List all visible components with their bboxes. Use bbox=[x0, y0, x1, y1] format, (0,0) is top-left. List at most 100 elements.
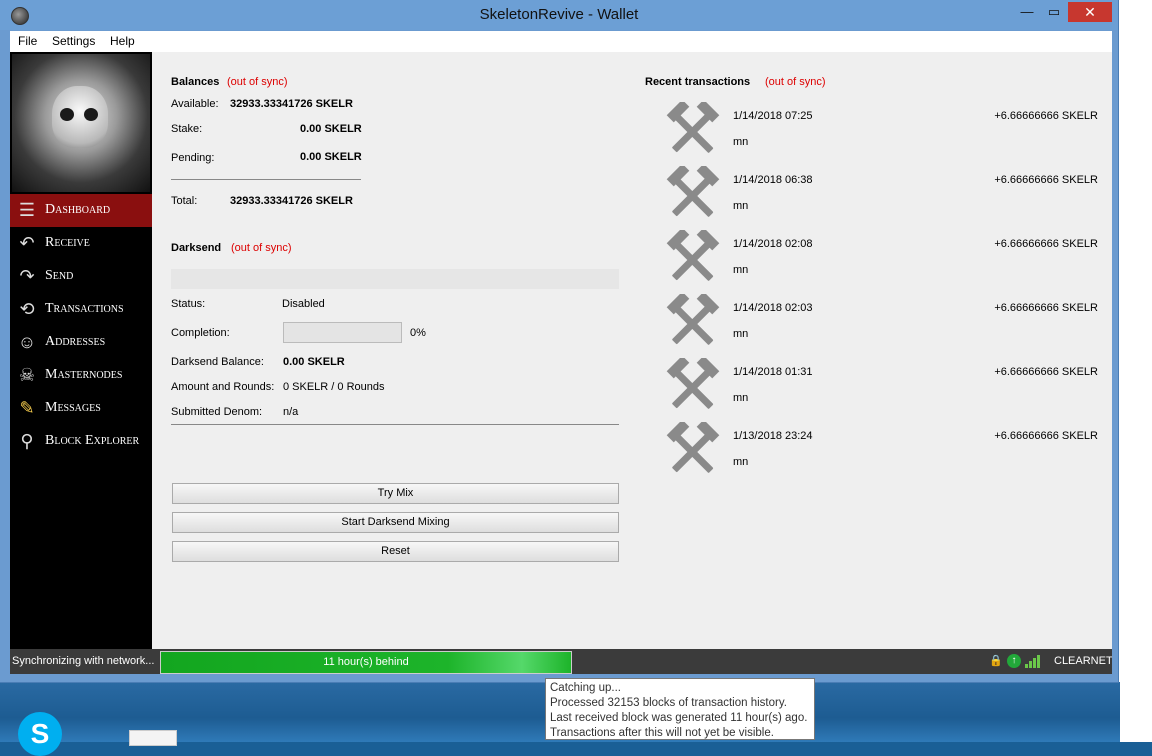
tooltip-line: Transactions after this will not yet be … bbox=[550, 727, 774, 739]
balances-heading: Balances bbox=[171, 76, 220, 88]
menu-file[interactable]: File bbox=[18, 34, 37, 48]
rounds-label: Amount and Rounds: bbox=[171, 381, 275, 393]
sidebar-item-receive[interactable]: ↶ Receive bbox=[10, 227, 152, 260]
transaction-row[interactable]: 1/14/2018 07:25 +6.66666666 SKELR mn bbox=[648, 99, 1098, 166]
window-title: SkeletonRevive - Wallet bbox=[479, 6, 639, 23]
stack-icon: ☰ bbox=[18, 200, 36, 220]
transaction-amount: +6.66666666 SKELR bbox=[994, 430, 1098, 442]
stake-value: 0.00 SKELR bbox=[300, 123, 362, 135]
desktop-file-icon[interactable] bbox=[129, 730, 177, 746]
sidebar-item-label: Addresses bbox=[45, 334, 106, 349]
completion-value: 0% bbox=[410, 327, 426, 339]
balances-sync-note[interactable]: (out of sync) bbox=[227, 76, 288, 88]
sidebar-item-masternodes[interactable]: ☠ Masternodes bbox=[10, 359, 152, 392]
client-area: File Settings Help ☰ Dashboard ↶ Receive… bbox=[10, 31, 1112, 674]
transaction-date: 1/14/2018 07:25 bbox=[733, 110, 813, 122]
cycle-icon: ⟲ bbox=[19, 299, 35, 319]
skull-eye-right bbox=[84, 108, 98, 121]
darksend-heading: Darksend bbox=[171, 242, 222, 254]
sidebar-item-label: Messages bbox=[45, 400, 101, 415]
recent-sync-note[interactable]: (out of sync) bbox=[765, 76, 826, 88]
balances-divider bbox=[171, 179, 361, 180]
transaction-label: mn bbox=[733, 328, 749, 340]
sidebar-item-block-explorer[interactable]: ⚲ Block Explorer bbox=[10, 425, 152, 458]
darksend-balance-label: Darksend Balance: bbox=[171, 356, 264, 368]
wallet-window: SkeletonRevive - Wallet — ▭ ✕ File Setti… bbox=[0, 0, 1118, 682]
sync-progress-label: 11 hour(s) behind bbox=[323, 656, 409, 668]
transaction-amount: +6.66666666 SKELR bbox=[994, 174, 1098, 186]
completion-progress-bar bbox=[283, 322, 402, 343]
skull-eye-left bbox=[60, 108, 74, 121]
transaction-date: 1/14/2018 06:38 bbox=[733, 174, 813, 186]
denom-value: n/a bbox=[283, 406, 299, 418]
mining-hammers-icon bbox=[665, 227, 721, 286]
sync-status-text: Synchronizing with network... bbox=[12, 655, 155, 667]
notepad-icon: ✎ bbox=[19, 398, 35, 418]
transaction-label: mn bbox=[733, 392, 749, 404]
sidebar-item-addresses[interactable]: ☺ Addresses bbox=[10, 326, 152, 359]
status-bar: Synchronizing with network... 11 hour(s)… bbox=[10, 649, 1112, 674]
total-value: 32933.33341726 SKELR bbox=[230, 195, 353, 207]
transaction-label: mn bbox=[733, 456, 749, 468]
transaction-date: 1/14/2018 01:31 bbox=[733, 366, 813, 378]
stake-label: Stake: bbox=[171, 123, 203, 135]
sidebar-item-messages[interactable]: ✎ Messages bbox=[10, 392, 152, 425]
sync-progress-bar[interactable]: 11 hour(s) behind bbox=[160, 651, 572, 674]
rounds-value: 0 SKELR / 0 Rounds bbox=[283, 381, 385, 393]
transaction-amount: +6.66666666 SKELR bbox=[994, 110, 1098, 122]
signal-bars-icon[interactable] bbox=[1025, 654, 1041, 668]
transaction-date: 1/14/2018 02:03 bbox=[733, 302, 813, 314]
minimize-button[interactable]: — bbox=[1016, 3, 1038, 21]
skull-icon bbox=[52, 86, 108, 148]
pending-label: Pending: bbox=[171, 152, 215, 164]
tooltip-line: Processed 32153 blocks of transaction hi… bbox=[550, 697, 787, 709]
menu-settings[interactable]: Settings bbox=[52, 34, 95, 48]
sidebar: ☰ Dashboard ↶ Receive ↷ Send ⟲ Transacti… bbox=[10, 52, 152, 649]
transaction-row[interactable]: 1/14/2018 01:31 +6.66666666 SKELR mn bbox=[648, 355, 1098, 422]
status-label: Status: bbox=[171, 298, 206, 310]
mining-hammers-icon bbox=[665, 419, 721, 478]
tooltip-line: Last received block was generated 11 hou… bbox=[550, 712, 808, 724]
maximize-button[interactable]: ▭ bbox=[1042, 3, 1066, 21]
network-label: CLEARNET bbox=[1054, 655, 1112, 667]
menu-help[interactable]: Help bbox=[110, 34, 135, 48]
pending-value: 0.00 SKELR bbox=[300, 151, 362, 163]
skull-logo bbox=[12, 54, 150, 192]
transaction-date: 1/14/2018 02:08 bbox=[733, 238, 813, 250]
sidebar-item-transactions[interactable]: ⟲ Transactions bbox=[10, 293, 152, 326]
available-label: Available: bbox=[171, 98, 219, 110]
mining-hammers-icon bbox=[665, 355, 721, 414]
lock-icon[interactable]: 🔒 bbox=[989, 654, 1003, 668]
dashboard-page: Balances (out of sync) Available: 32933.… bbox=[152, 52, 1112, 649]
contacts-icon: ☺ bbox=[17, 332, 37, 352]
darksend-divider bbox=[171, 424, 619, 425]
arrow-up-circle-icon[interactable]: ↑ bbox=[1007, 654, 1021, 668]
sync-tooltip: Catching up... Processed 32153 blocks of… bbox=[545, 678, 815, 740]
reset-button[interactable]: Reset bbox=[172, 541, 619, 562]
sidebar-item-send[interactable]: ↷ Send bbox=[10, 260, 152, 293]
transaction-row[interactable]: 1/14/2018 02:03 +6.66666666 SKELR mn bbox=[648, 291, 1098, 358]
transaction-row[interactable]: 1/13/2018 23:24 +6.66666666 SKELR mn bbox=[648, 419, 1098, 486]
menu-bar: File Settings Help bbox=[10, 31, 1112, 52]
transaction-row[interactable]: 1/14/2018 02:08 +6.66666666 SKELR mn bbox=[648, 227, 1098, 294]
transaction-label: mn bbox=[733, 200, 749, 212]
sidebar-item-label: Dashboard bbox=[45, 202, 111, 217]
sidebar-item-label: Send bbox=[45, 268, 74, 283]
sidebar-item-label: Receive bbox=[45, 235, 90, 250]
skype-icon[interactable]: S bbox=[18, 712, 62, 756]
transaction-row[interactable]: 1/14/2018 06:38 +6.66666666 SKELR mn bbox=[648, 163, 1098, 230]
darksend-sync-note[interactable]: (out of sync) bbox=[231, 242, 292, 254]
skull-node-icon: ☠ bbox=[18, 365, 36, 385]
title-bar[interactable]: SkeletonRevive - Wallet — ▭ ✕ bbox=[0, 0, 1118, 30]
tooltip-line: Catching up... bbox=[550, 682, 621, 694]
close-button[interactable]: ✕ bbox=[1068, 2, 1112, 22]
try-mix-button[interactable]: Try Mix bbox=[172, 483, 619, 504]
darksend-sync-banner bbox=[171, 269, 619, 289]
sidebar-item-dashboard[interactable]: ☰ Dashboard bbox=[10, 194, 152, 227]
start-darksend-button[interactable]: Start Darksend Mixing bbox=[172, 512, 619, 533]
arrow-forward-icon: ↷ bbox=[19, 266, 35, 286]
desktop-right-strip bbox=[1118, 0, 1152, 742]
transaction-amount: +6.66666666 SKELR bbox=[994, 238, 1098, 250]
mining-hammers-icon bbox=[665, 99, 721, 158]
denom-label: Submitted Denom: bbox=[171, 406, 263, 418]
